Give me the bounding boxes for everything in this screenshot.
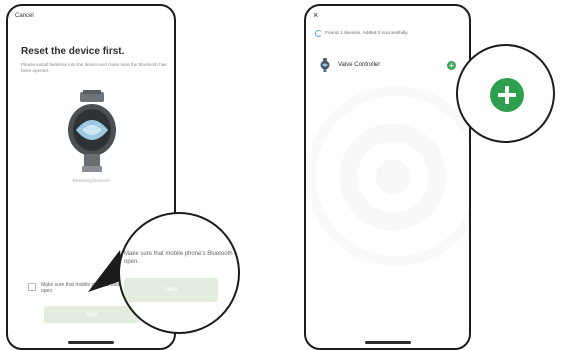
home-indicator [364, 341, 411, 344]
add-device-button[interactable]: + [447, 61, 456, 70]
phone-frame-right: × Found 1 devices. Added 0 successfully.… [304, 4, 471, 350]
device-name: Valve Controller [338, 62, 381, 68]
device-list-item[interactable]: Valve Controller [320, 58, 380, 72]
valve-device-illustration [68, 90, 116, 172]
home-indicator [68, 341, 114, 344]
scan-status-text: Found 1 devices. Added 0 successfully. [325, 31, 409, 36]
cancel-link[interactable]: Cancel [15, 13, 34, 19]
plus-glyph [498, 86, 516, 104]
bluetooth-checkbox[interactable] [28, 283, 36, 291]
zoom-callout-right [456, 44, 555, 143]
next-button[interactable]: Next [44, 306, 140, 323]
instruction-text: Please install batteries into the device… [21, 62, 167, 73]
plus-icon [490, 78, 524, 112]
zoom-callout-left: Make sure that mobile phone's Bluetooth … [118, 212, 240, 334]
resetting-status: Resetting Devices [72, 178, 110, 183]
radar-scan [318, 102, 468, 252]
close-icon[interactable]: × [313, 10, 318, 20]
scan-status: Found 1 devices. Added 0 successfully. [315, 30, 409, 37]
valve-controller-icon [320, 58, 330, 72]
spinner-icon [315, 30, 322, 37]
page-title: Reset the device first. [21, 46, 125, 57]
zoom-bluetooth-text: Make sure that mobile phone's Bluetooth … [124, 251, 239, 265]
zoom-next-button: Next [124, 278, 218, 302]
